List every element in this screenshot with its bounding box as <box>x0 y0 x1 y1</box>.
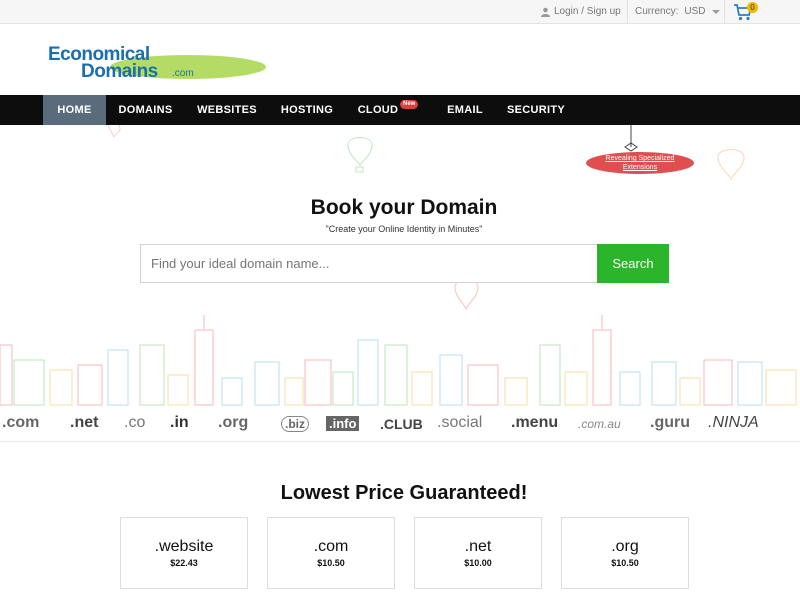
price-card[interactable]: .website $22.43 <box>120 517 248 589</box>
search-button[interactable]: Search <box>597 244 669 283</box>
tld-logo: .com.au <box>578 417 621 431</box>
tld-logo: .biz <box>281 416 309 432</box>
hero-title: Book your Domain <box>310 196 498 219</box>
price-card-extension: .org <box>611 538 639 555</box>
tld-logo: .menu <box>511 414 559 431</box>
ribbon-line2: Extensions <box>622 164 658 171</box>
domain-search-input[interactable] <box>140 244 597 283</box>
nav-item-cloud[interactable]: CLOUD <box>347 95 409 125</box>
price-card[interactable]: .com $10.50 <box>267 517 395 589</box>
tld-logo: .social <box>437 414 483 431</box>
nav-item-email[interactable]: EMAIL <box>437 95 493 125</box>
tld-logo: .guru <box>650 414 690 431</box>
balloon-icon <box>107 125 121 138</box>
currency-selector[interactable]: Currency: USD <box>635 6 721 17</box>
nav-item-home[interactable]: HOME <box>43 95 106 125</box>
tld-logo: .org <box>218 414 249 431</box>
new-badge: New <box>400 100 419 109</box>
cart-button[interactable]: 0 <box>733 2 758 24</box>
tld-logo: .info <box>326 416 360 431</box>
hero-subtitle: "Create your Online Identity in Minutes" <box>325 224 483 234</box>
city-skyline-illustration <box>0 315 797 406</box>
nav-item-hosting[interactable]: HOSTING <box>270 95 344 125</box>
tld-logo: .com <box>2 414 40 431</box>
tld-logo: .NINJA <box>708 414 759 431</box>
pricing-title: Lowest Price Guaranteed! <box>280 482 528 504</box>
price-card-extension: .com <box>313 538 349 555</box>
logo-suffix: .com <box>172 68 194 79</box>
main-nav: HOME DOMAINS WEBSITES HOSTING CLOUD New … <box>0 95 800 125</box>
price-card-price: $10.50 <box>611 558 639 568</box>
price-card[interactable]: .net $10.00 <box>414 517 542 589</box>
price-card-price: $22.43 <box>170 558 198 568</box>
login-signup-link[interactable]: Login / Sign up <box>541 6 621 17</box>
cart-count-badge: 0 <box>747 2 758 13</box>
tld-logo: .net <box>70 414 99 431</box>
tld-logo-strip: .com .net .co .in .org .biz .info .CLUB … <box>0 406 800 442</box>
tld-logo: .co <box>124 414 146 431</box>
price-card-price: $10.50 <box>317 558 345 568</box>
tld-logo: .CLUB <box>380 416 423 432</box>
nav-item-domains[interactable]: DOMAINS <box>107 95 184 125</box>
price-card[interactable]: .org $10.50 <box>561 517 689 589</box>
balloon-icon <box>347 137 373 173</box>
nav-item-websites[interactable]: WEBSITES <box>187 95 267 125</box>
divider <box>627 0 628 24</box>
price-card-price: $10.00 <box>464 558 492 568</box>
price-card-extension: .website <box>154 538 214 555</box>
divider <box>724 0 725 24</box>
utility-bar: Login / Sign up Currency: USD 0 <box>0 0 800 24</box>
login-label: Login / Sign up <box>554 6 621 17</box>
nav-item-security[interactable]: SECURITY <box>498 95 574 125</box>
specialized-extensions-tag[interactable]: Revealing Specialized Extensions <box>586 152 694 174</box>
balloon-icon <box>717 149 745 181</box>
currency-value: USD <box>684 6 706 17</box>
site-logo[interactable]: Economical Domains .com <box>48 44 266 84</box>
logo-line2: Domains <box>81 61 158 82</box>
chevron-down-icon <box>712 9 721 14</box>
price-card-extension: .net <box>464 538 492 555</box>
user-icon <box>541 7 550 17</box>
ribbon-line1: Revealing Specialized <box>605 155 675 162</box>
tld-logo: .in <box>170 414 189 431</box>
currency-label: Currency: <box>635 6 679 17</box>
